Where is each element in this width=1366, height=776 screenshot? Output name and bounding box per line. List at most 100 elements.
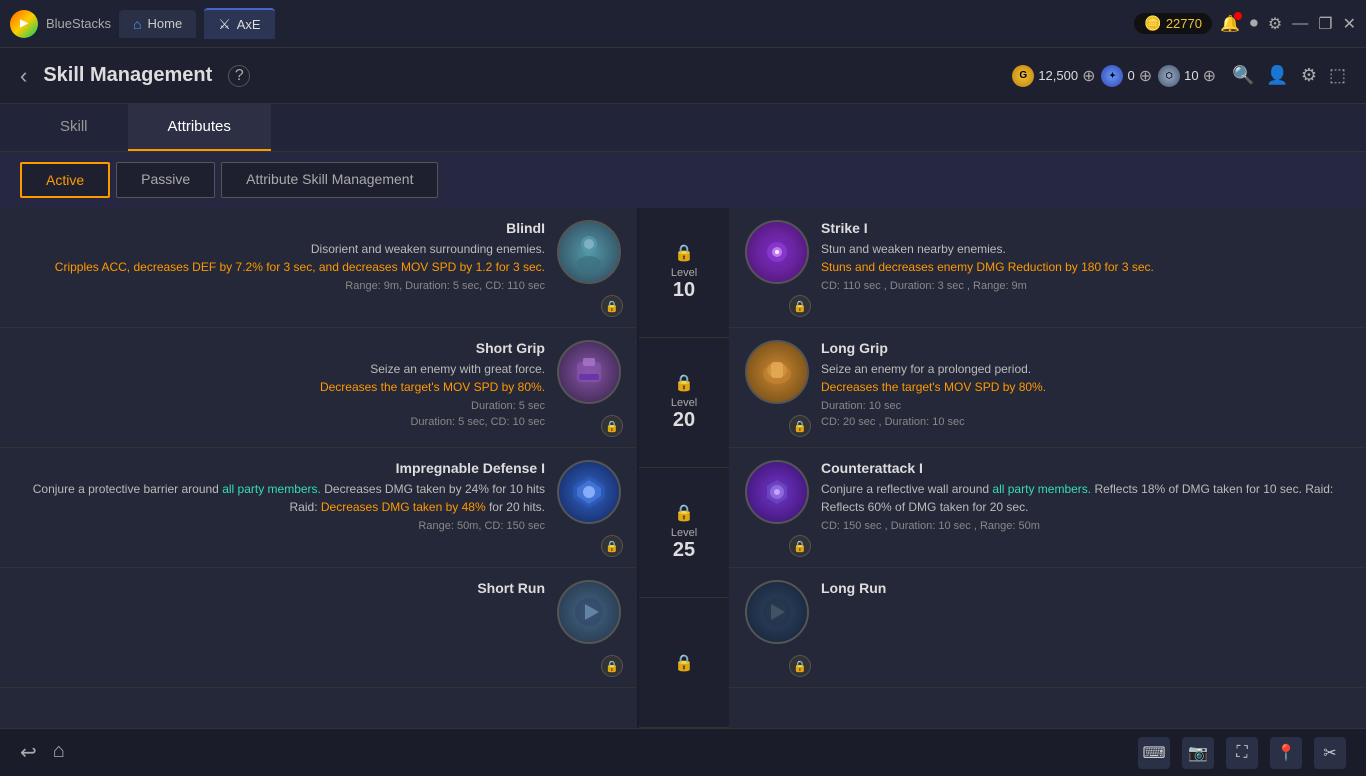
- profile-icon[interactable]: 👤: [1266, 65, 1288, 86]
- lock-icon-2: 🔒: [674, 373, 694, 393]
- skill-meta-impregnable: Range: 50m, CD: 150 sec: [16, 520, 545, 532]
- bluestacks-logo: ▶: [10, 10, 38, 38]
- skill-desc-impregnable: Conjure a protective barrier around all …: [16, 480, 545, 516]
- skill-lock-strike: 🔒: [789, 295, 811, 317]
- bottom-right-icons: ⌨ 📷 ⛶ 📍 ✂: [1138, 737, 1346, 769]
- level-item-10: 🔒 Level 10: [639, 208, 729, 338]
- skill-name-long-grip: Long Grip: [821, 340, 1350, 356]
- page-title: Skill Management: [43, 64, 212, 87]
- add-crystal-button[interactable]: ⊕: [1139, 66, 1152, 86]
- skill-lock-short-run: 🔒: [601, 655, 623, 677]
- exit-icon[interactable]: ⬚: [1329, 65, 1346, 86]
- skill-icon-long-run: [745, 580, 809, 644]
- level-item-25: 🔒 Level 25: [639, 468, 729, 598]
- back-button[interactable]: ‹: [20, 63, 27, 89]
- add-gold-button[interactable]: ⊕: [1082, 66, 1095, 86]
- axe-icon: ⚔: [218, 16, 231, 33]
- bottom-bar: ↩ ⌂ ⌨ 📷 ⛶ 📍 ✂: [0, 728, 1366, 776]
- fullscreen-icon[interactable]: ⛶: [1226, 737, 1258, 769]
- record-icon[interactable]: ⏺: [1250, 15, 1258, 33]
- tab-axe[interactable]: ⚔ AxE: [204, 8, 274, 39]
- skill-card-counterattack: 🔒 Counterattack I Conjure a reflective w…: [729, 448, 1366, 568]
- skill-icon-impregnable-wrap: 🔒: [557, 460, 621, 555]
- gold-value: 12,500: [1038, 68, 1078, 83]
- help-button[interactable]: ?: [228, 65, 250, 87]
- lock-icon-1: 🔒: [674, 243, 694, 263]
- restore-icon[interactable]: ❐: [1318, 14, 1332, 34]
- skill-lock-counterattack: 🔒: [789, 535, 811, 557]
- skill-meta-counterattack: CD: 150 sec , Duration: 10 sec , Range: …: [821, 520, 1350, 532]
- skill-info-strike: Strike I Stun and weaken nearby enemies.…: [821, 220, 1350, 315]
- skill-card-impregnable: 🔒 Impregnable Defense I Conjure a protec…: [0, 448, 637, 568]
- skill-name-counterattack: Counterattack I: [821, 460, 1350, 476]
- skill-icon-short-grip: [557, 340, 621, 404]
- currency-shield: ⬡ 10 ⊕: [1158, 65, 1216, 87]
- skill-icon-strike: [745, 220, 809, 284]
- add-shield-button[interactable]: ⊕: [1203, 66, 1216, 86]
- level-num-2: 20: [673, 409, 695, 432]
- skill-card-long-run: 🔒 Long Run: [729, 568, 1366, 688]
- header-currency: G 12,500 ⊕ ✦ 0 ⊕ ⬡ 10 ⊕: [1012, 65, 1216, 87]
- skill-lock-blind: 🔒: [601, 295, 623, 317]
- settings-icon[interactable]: ⚙: [1268, 14, 1282, 34]
- header: ‹ Skill Management ? G 12,500 ⊕ ✦ 0 ⊕ ⬡ …: [0, 48, 1366, 104]
- skill-desc-strike: Stun and weaken nearby enemies. Stuns an…: [821, 240, 1350, 276]
- notification-dot: [1234, 12, 1242, 20]
- skill-card-short-run: 🔒 Short Run: [0, 568, 637, 688]
- skill-desc-blind: Disorient and weaken surrounding enemies…: [16, 240, 545, 276]
- tab-skill[interactable]: Skill: [20, 104, 128, 151]
- sub-tabs: Active Passive Attribute Skill Managemen…: [0, 152, 1366, 208]
- skill-meta-long-grip-1: Duration: 10 sec: [821, 400, 1350, 412]
- top-bar: ▶ BlueStacks ⌂ Home ⚔ AxE 🪙 22770 🔔 ⏺ ⚙ …: [0, 0, 1366, 48]
- tab-axe-label: AxE: [237, 17, 261, 32]
- bell-icon[interactable]: 🔔: [1220, 14, 1240, 34]
- skill-icon-long-grip-wrap: 🔒: [745, 340, 809, 435]
- skill-icon-blind: [557, 220, 621, 284]
- location-icon[interactable]: 📍: [1270, 737, 1302, 769]
- minimize-icon[interactable]: —: [1292, 15, 1308, 33]
- app-name: BlueStacks: [46, 16, 111, 31]
- skill-meta-strike: CD: 110 sec , Duration: 3 sec , Range: 9…: [821, 280, 1350, 292]
- currency-crystal: ✦ 0 ⊕: [1101, 65, 1152, 87]
- gold-icon: G: [1012, 65, 1034, 87]
- sub-tab-attribute-skill[interactable]: Attribute Skill Management: [221, 162, 438, 198]
- skill-lock-long-grip: 🔒: [789, 415, 811, 437]
- lock-icon-4: 🔒: [674, 653, 694, 673]
- close-icon[interactable]: ✕: [1343, 14, 1356, 34]
- center-levels: 🔒 Level 10 🔒 Level 20 🔒 Level 25 🔒: [639, 208, 729, 728]
- skill-lock-long-run: 🔒: [789, 655, 811, 677]
- tab-attributes[interactable]: Attributes: [128, 104, 271, 151]
- skill-card-long-grip: 🔒 Long Grip Seize an enemy for a prolong…: [729, 328, 1366, 448]
- level-item-last: 🔒: [639, 598, 729, 728]
- skill-info-long-grip: Long Grip Seize an enemy for a prolonged…: [821, 340, 1350, 435]
- skill-lock-impregnable: 🔒: [601, 535, 623, 557]
- camera-icon[interactable]: 📷: [1182, 737, 1214, 769]
- level-label-3: Level: [671, 527, 697, 539]
- skill-name-blind: BlindI: [16, 220, 545, 236]
- skill-desc-long-grip: Seize an enemy for a prolonged period. D…: [821, 360, 1350, 396]
- keyboard-icon[interactable]: ⌨: [1138, 737, 1170, 769]
- skill-info-counterattack: Counterattack I Conjure a reflective wal…: [821, 460, 1350, 555]
- skill-meta-short-grip-2: Duration: 5 sec, CD: 10 sec: [16, 416, 545, 428]
- skill-card-strike: 🔒 Strike I Stun and weaken nearby enemie…: [729, 208, 1366, 328]
- coin-icon: 🪙: [1144, 15, 1161, 32]
- tab-home-label: Home: [148, 16, 183, 31]
- tab-home[interactable]: ⌂ Home: [119, 10, 196, 38]
- sub-tab-passive[interactable]: Passive: [116, 162, 215, 198]
- skill-name-long-run: Long Run: [821, 580, 1350, 596]
- undo-icon[interactable]: ↩: [20, 740, 37, 765]
- skill-card-short-grip: 🔒 Short Grip Seize an enemy with great f…: [0, 328, 637, 448]
- home-icon: ⌂: [133, 16, 141, 32]
- gear-icon[interactable]: ⚙: [1301, 65, 1317, 86]
- tools-icon[interactable]: ✂: [1314, 737, 1346, 769]
- skill-name-short-run: Short Run: [16, 580, 545, 596]
- sub-tab-active[interactable]: Active: [20, 162, 110, 198]
- skill-info-impregnable: Impregnable Defense I Conjure a protecti…: [16, 460, 545, 555]
- home-bottom-icon[interactable]: ⌂: [53, 740, 65, 765]
- skill-lock-short-grip: 🔒: [601, 415, 623, 437]
- skill-icon-short-run: [557, 580, 621, 644]
- main-tabs: Skill Attributes: [0, 104, 1366, 152]
- skill-info-blind: BlindI Disorient and weaken surrounding …: [16, 220, 545, 315]
- top-icons: 🔔 ⏺ ⚙ — ❐ ✕: [1220, 14, 1356, 34]
- search-icon[interactable]: 🔍: [1232, 65, 1254, 86]
